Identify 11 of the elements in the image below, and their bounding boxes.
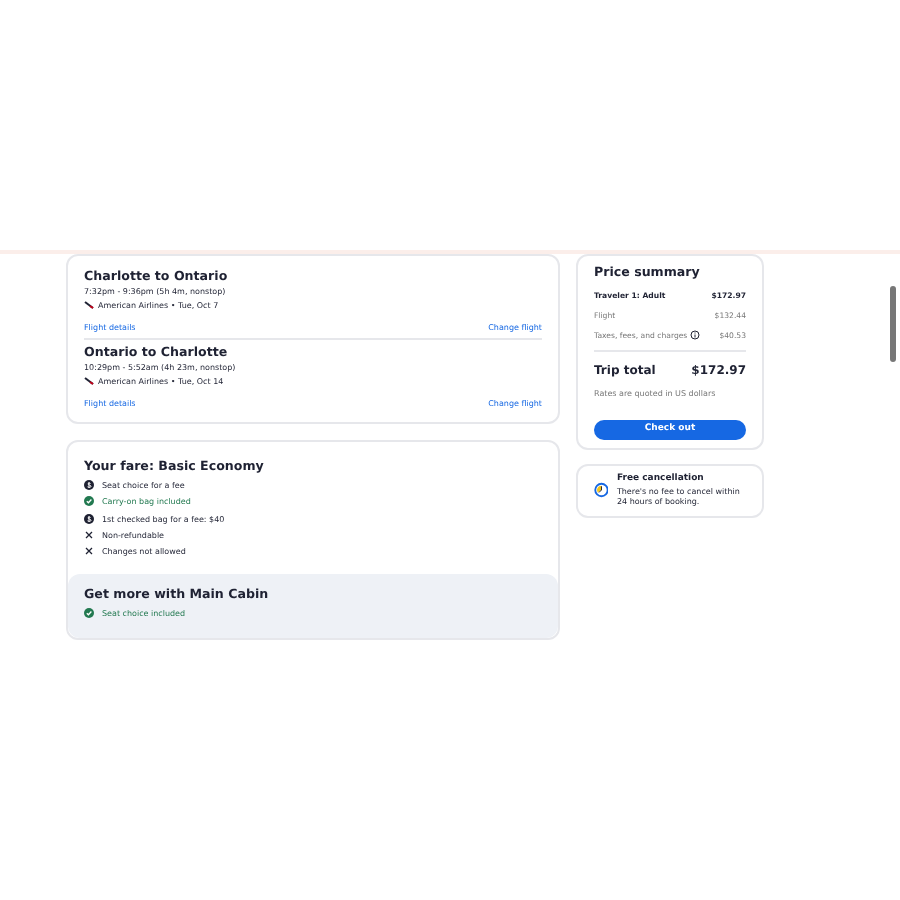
clock-icon (594, 478, 609, 502)
check-icon (84, 496, 94, 507)
close-icon (84, 545, 94, 556)
scrollbar-thumb[interactable] (890, 286, 896, 362)
check-icon (84, 608, 94, 619)
airline-logo-icon (84, 376, 94, 386)
close-icon (84, 529, 94, 540)
dollar-icon (84, 480, 94, 491)
dollar-icon (84, 513, 94, 524)
airline-logo-icon (84, 300, 94, 310)
info-icon[interactable] (689, 330, 700, 340)
